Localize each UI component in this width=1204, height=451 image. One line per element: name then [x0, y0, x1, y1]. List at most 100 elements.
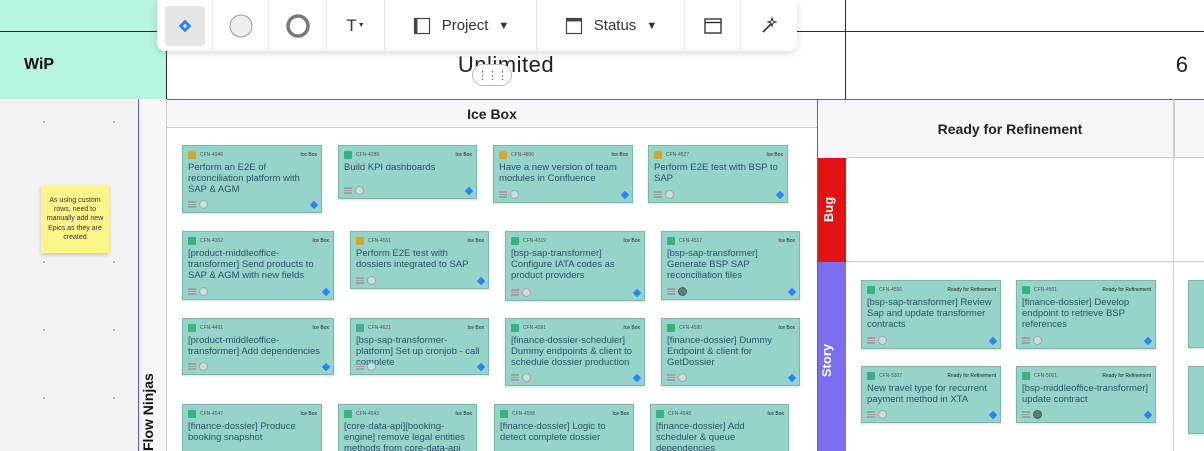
issue-status: Ready for Refinement: [1102, 286, 1151, 293]
assignee-avatar-icon: [199, 287, 208, 296]
issue-title: [core-data-api][booking-engine] remove l…: [344, 421, 465, 451]
status-card-icon: [565, 17, 582, 34]
issue-type-icon: [667, 236, 675, 245]
issue-card[interactable]: CFN-4561 Ice Box Perform E2E test with dos…: [350, 231, 489, 289]
jira-diamond-icon: [775, 190, 785, 199]
card-icon: [413, 17, 430, 34]
swimlane-name: Flow Ninjas: [140, 373, 156, 451]
issue-title: Perform an E2E of reconciliation platfor…: [188, 162, 300, 195]
assignee-avatar-icon: [367, 276, 376, 285]
issue-card[interactable]: CFN-4461 Ice Box [product-middleoffice-tra…: [182, 318, 334, 375]
drag-handle-icon[interactable]: ⋮⋮⋮: [472, 64, 512, 86]
assignee-avatar-icon: [1033, 336, 1042, 345]
issue-card[interactable]: CFN-4591 Ice Box [finance-dossier-schedule…: [505, 318, 645, 386]
issue-card[interactable]: CFN-4319 Ice Box [bsp-sap-transformer] Con…: [505, 231, 645, 301]
jira-diamond-icon: [988, 410, 998, 419]
issue-type-icon: [188, 323, 196, 332]
clipped-card[interactable]: [1188, 280, 1204, 348]
shape-circle-button[interactable]: [213, 0, 269, 51]
issue-key: CFN-4352: [200, 237, 224, 244]
border-style-button[interactable]: [269, 0, 327, 51]
issue-title: [finance-dossier] Dummy Endpoint & clien…: [667, 335, 773, 368]
issue-card[interactable]: CFN-4517 Ice Box [bsp-sap-transformer] Gen…: [661, 231, 800, 300]
issue-card[interactable]: CFN-4548 Ice Box [finance-dossier] Add sch…: [650, 404, 789, 451]
priority-icon: [188, 201, 196, 208]
jira-diamond-icon: [787, 373, 797, 382]
select-tool-button[interactable]: [157, 0, 213, 51]
magic-wand-icon: [762, 15, 778, 33]
clipped-card[interactable]: [1188, 366, 1204, 434]
issue-key: CFN-5001: [1034, 372, 1058, 379]
sticky-note[interactable]: As using custom rows, need to manually a…: [41, 185, 109, 253]
issue-card[interactable]: CFN-4558 Ice Box [finance-dossier] Logic t…: [494, 404, 634, 451]
issue-title: Perform E2E test with BSP to SAP: [654, 162, 778, 184]
assignee-avatar-icon: [678, 287, 687, 296]
frame-button[interactable]: [685, 0, 741, 51]
priority-icon: [1022, 411, 1030, 418]
issue-type-icon: [500, 409, 508, 418]
wip-limit-value-2[interactable]: 6: [846, 31, 1204, 99]
issue-card[interactable]: CFN-4806 Ice Box Have a new version of tea…: [493, 145, 633, 203]
issue-key: CFN-4501: [1034, 286, 1058, 293]
jira-diamond-icon: [321, 287, 331, 296]
priority-icon: [667, 374, 675, 381]
issue-card[interactable]: CFN-4621 Ice Box [bsp-sap-transformer-plat…: [350, 318, 489, 375]
jira-diamond-icon: [464, 186, 474, 195]
issue-title: [finance-dossier] Logic to detect comple…: [500, 421, 606, 443]
issue-key: CFN-5307: [879, 372, 903, 379]
issue-card[interactable]: CFN-4501 Ready for Refinement [finance-dos…: [1016, 280, 1156, 349]
issue-card[interactable]: CFN-4590 Ice Box [finance-dossier] Dummy E…: [661, 318, 800, 386]
issue-type-icon: [1022, 285, 1030, 294]
priority-icon: [1022, 337, 1030, 344]
issue-type-icon: [667, 323, 675, 332]
issue-type-icon: [344, 409, 352, 418]
issue-key: CFN-4556: [879, 286, 903, 293]
issue-status: Ready for Refinement: [947, 372, 996, 379]
issue-type-icon: [656, 409, 664, 418]
assignee-avatar-icon: [665, 190, 674, 199]
wip-label: WiP: [0, 31, 166, 99]
issue-status: Ice Box: [300, 410, 317, 417]
issue-card[interactable]: CFN-4946 Ice Box Perform an E2E of reconci…: [182, 145, 322, 213]
issue-key: CFN-4548: [668, 410, 692, 417]
issue-type-icon: [511, 323, 519, 332]
issue-type-icon: [344, 150, 352, 159]
issue-card[interactable]: CFN-4352 Ice Box [product-middleoffice-tra…: [182, 231, 334, 300]
issue-status: Ice Box: [623, 324, 640, 331]
ready-for-refinement-header: Ready for Refinement: [846, 99, 1174, 158]
issue-title: [bsp-middleoffice-transformer] update co…: [1022, 383, 1149, 405]
status-dropdown[interactable]: Status ▼: [537, 0, 685, 51]
assignee-avatar-icon: [510, 190, 519, 199]
story-row-label: Story: [819, 343, 835, 378]
issue-card[interactable]: CFN-4527 Ice Box Perform E2E test with BSP…: [648, 145, 788, 203]
issue-card[interactable]: CFN-5001 Ready for Refinement [bsp-middleo…: [1016, 366, 1156, 423]
issue-type-icon: [867, 285, 875, 294]
issue-card[interactable]: CFN-5307 Ready for Refinement New travel t…: [861, 366, 1001, 423]
issue-key: CFN-4946: [200, 151, 224, 158]
magic-button[interactable]: [741, 0, 797, 51]
status-dropdown-label: Status: [593, 17, 637, 34]
text-format-button[interactable]: T ▼: [327, 0, 385, 51]
issue-title: New travel type for recurrent payment me…: [867, 383, 987, 405]
priority-icon: [356, 363, 364, 370]
priority-icon: [867, 337, 875, 344]
story-row-band: Story: [818, 262, 846, 451]
assignee-avatar-icon: [199, 362, 208, 371]
project-dropdown[interactable]: Project ▼: [385, 0, 537, 51]
issue-card[interactable]: CFN-4547 Ice Box [finance-dossier] Produce…: [182, 404, 322, 451]
issue-type-icon: [188, 150, 196, 159]
bug-row-band: Bug: [818, 158, 846, 262]
issue-title: [finance-dossier] Add scheduler & queue …: [656, 421, 745, 451]
issue-title: [bsp-sap-transformer] Review Sap and upd…: [867, 297, 992, 330]
ring-icon: [285, 13, 310, 38]
issue-key: CFN-4461: [200, 324, 224, 331]
project-dropdown-label: Project: [441, 17, 489, 34]
issue-card[interactable]: CFN-4556 Ready for Refinement [bsp-sap-tra…: [861, 280, 1001, 349]
issue-card[interactable]: CFN-4543 Ice Box [core-data-api][booking-e…: [338, 404, 477, 451]
issue-card[interactable]: CFN-4289 Ice Box Build KPI dashboards: [338, 145, 477, 199]
issue-key: CFN-4561: [368, 237, 392, 244]
priority-icon: [654, 191, 662, 198]
issue-status: Ice Box: [778, 324, 795, 331]
jira-diamond-icon: [620, 190, 630, 199]
issue-type-icon: [1022, 371, 1030, 380]
